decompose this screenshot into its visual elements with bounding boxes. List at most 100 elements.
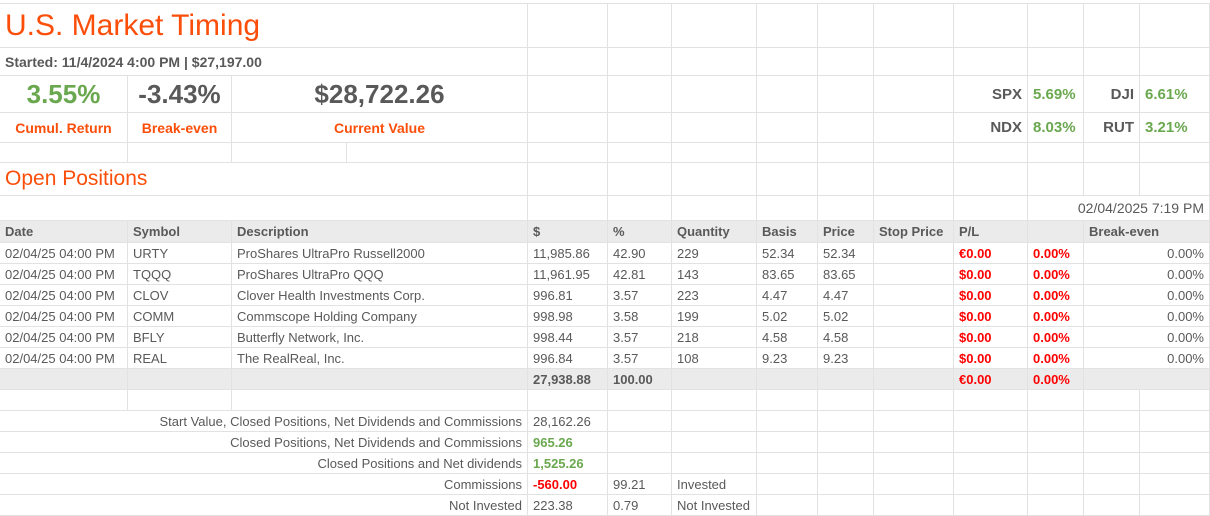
stats-row: 3.55% -3.43% $28,722.26 SPX 5.69% DJI 6.…: [0, 76, 1210, 113]
empty-cell: [757, 76, 818, 113]
empty-cell: [818, 432, 874, 453]
empty-cell: [874, 369, 954, 390]
cell-quantity: 223: [672, 285, 757, 306]
empty-cell: [608, 143, 672, 163]
empty-cell: [608, 76, 672, 113]
cell-break-even: 0.00%: [1084, 285, 1210, 306]
cell-date: 02/04/25 04:00 PM: [0, 285, 128, 306]
summary-row: Commissions -560.00 99.21 Invested: [0, 474, 1210, 495]
empty-cell: [1028, 3, 1084, 48]
empty-cell: [672, 3, 757, 48]
empty-cell: [1084, 411, 1140, 432]
empty-cell: [1028, 432, 1084, 453]
cell-description: ProShares UltraPro QQQ: [232, 264, 528, 285]
cell-stop-price: [874, 348, 954, 369]
empty-cell: [1028, 474, 1084, 495]
empty-cell: [608, 196, 672, 221]
cell-pl-pct: 0.00%: [1028, 348, 1084, 369]
index-dji-label: DJI: [1084, 76, 1140, 113]
empty-cell: [874, 495, 954, 516]
cumul-return-value: 3.55%: [0, 76, 128, 113]
cell-symbol: COMM: [128, 306, 232, 327]
empty-cell: [757, 113, 818, 143]
cell-pl-pct: 0.00%: [1028, 285, 1084, 306]
empty-cell: [1140, 453, 1210, 474]
column-header-usd: $: [528, 221, 608, 243]
cell-stop-price: [874, 306, 954, 327]
cell-basis: 4.58: [757, 327, 818, 348]
empty-cell: [1140, 48, 1210, 76]
empty-cell: [818, 3, 874, 48]
empty-cell: [1084, 495, 1140, 516]
empty-cell: [232, 369, 528, 390]
cell-pl: $0.00: [954, 285, 1028, 306]
summary-pct: [608, 432, 672, 453]
cell-quantity: 108: [672, 348, 757, 369]
column-header-date: Date: [0, 221, 128, 243]
break-even-value: -3.43%: [128, 76, 232, 113]
stat-labels-row: Cumul. Return Break-even Current Value N…: [0, 113, 1210, 143]
cell-pl-pct: 0.00%: [1028, 306, 1084, 327]
cell-pl: $0.00: [954, 348, 1028, 369]
empty-cell: [672, 196, 757, 221]
index-spx-label: SPX: [954, 76, 1028, 113]
cell-pct: 42.81: [608, 264, 672, 285]
cell-date: 02/04/25 04:00 PM: [0, 243, 128, 264]
empty-cell: [818, 143, 874, 163]
empty-cell: [757, 143, 818, 163]
cell-date: 02/04/25 04:00 PM: [0, 306, 128, 327]
cell-usd: 998.44: [528, 327, 608, 348]
cell-basis: 9.23: [757, 348, 818, 369]
summary-row: Not Invested 223.38 0.79 Not Invested: [0, 495, 1210, 516]
summary-label: Closed Positions and Net dividends: [0, 453, 528, 474]
empty-cell: [954, 432, 1028, 453]
column-header-stop-price: Stop Price: [874, 221, 954, 243]
cell-price: 4.58: [818, 327, 874, 348]
cell-quantity: 199: [672, 306, 757, 327]
empty-cell: [954, 3, 1028, 48]
cell-pl-pct: 0.00%: [1028, 327, 1084, 348]
cell-usd: 11,985.86: [528, 243, 608, 264]
empty-cell: [608, 163, 672, 196]
empty-cell: [232, 143, 347, 163]
empty-cell: [1084, 3, 1140, 48]
empty-cell: [347, 143, 528, 163]
empty-cell: [1084, 474, 1140, 495]
started-line: Started: 11/4/2024 4:00 PM | $27,197.00: [0, 48, 528, 76]
empty-cell: [874, 196, 954, 221]
empty-cell: [954, 196, 1028, 221]
empty-cell: [528, 163, 608, 196]
summary-row: Start Value, Closed Positions, Net Divid…: [0, 411, 1210, 432]
empty-cell: [672, 390, 757, 411]
summary-value: 965.26: [528, 432, 608, 453]
empty-cell: [1140, 411, 1210, 432]
summary-value: 223.38: [528, 495, 608, 516]
empty-cell: [757, 390, 818, 411]
cell-pct: 3.57: [608, 327, 672, 348]
current-value: $28,722.26: [232, 76, 528, 113]
table-header-row: Date Symbol Description $ % Quantity Bas…: [0, 221, 1210, 243]
empty-cell: [1084, 48, 1140, 76]
empty-cell: [1084, 453, 1140, 474]
empty-cell: [757, 495, 818, 516]
empty-cell: [1140, 432, 1210, 453]
cell-break-even: 0.00%: [1084, 306, 1210, 327]
empty-cell: [128, 369, 232, 390]
column-header-pl-pct: [1028, 221, 1084, 243]
total-usd: 27,938.88: [528, 369, 608, 390]
summary-row: Closed Positions, Net Dividends and Comm…: [0, 432, 1210, 453]
cell-price: 9.23: [818, 348, 874, 369]
break-even-label: Break-even: [128, 113, 232, 143]
column-header-break-even: Break-even: [1084, 221, 1210, 243]
empty-cell: [954, 143, 1028, 163]
empty-cell: [818, 495, 874, 516]
empty-cell: [672, 369, 757, 390]
cell-description: Commscope Holding Company: [232, 306, 528, 327]
empty-cell: [1084, 143, 1140, 163]
spacer-row: [0, 143, 1210, 163]
index-rut-label: RUT: [1084, 113, 1140, 143]
column-header-pct: %: [608, 221, 672, 243]
column-header-description: Description: [232, 221, 528, 243]
empty-cell: [128, 390, 232, 411]
empty-cell: [1028, 390, 1084, 411]
